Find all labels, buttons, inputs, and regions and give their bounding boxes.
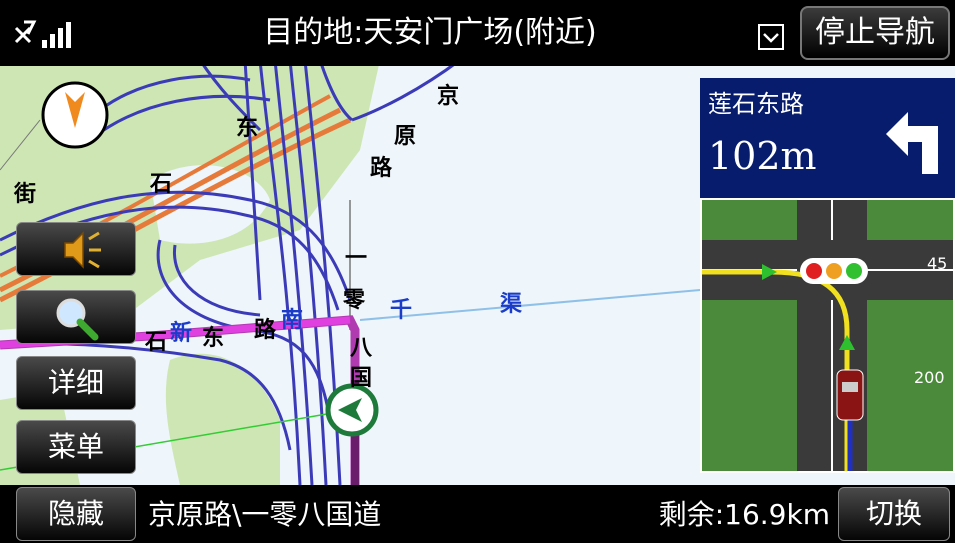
map-road-label: 东 — [202, 326, 225, 351]
map-road-label: 石 — [145, 330, 168, 355]
junction-label-top: 45 — [927, 254, 948, 273]
volume-button[interactable] — [16, 222, 136, 276]
map-road-label: 原 — [394, 124, 417, 149]
navigation-screen: 京原路东石街一零八国千渠石新东路南 目的地:天安门广场(附近) 停止导航 详细 … — [0, 0, 955, 543]
map-road-label: 东 — [236, 116, 259, 141]
map-road-label: 渠 — [500, 292, 523, 317]
compass-icon[interactable] — [40, 80, 110, 150]
remaining-distance: 剩余:16.9km — [658, 498, 830, 531]
map-road-label: 路 — [370, 156, 393, 181]
top-bar: 目的地:天安门广场(附近) 停止导航 — [0, 0, 955, 66]
hide-button[interactable]: 隐藏 — [16, 487, 136, 541]
map-road-label: 千 — [390, 298, 413, 323]
switch-view-button[interactable]: 切换 — [838, 487, 950, 541]
destination-label: 目的地:天安门广场(附近) — [263, 15, 597, 50]
turn-left-arrow-icon — [886, 112, 938, 174]
chevron-down-icon — [763, 33, 779, 43]
junction-label-bottom: 200 — [914, 368, 945, 387]
map-road-label: 一 — [345, 246, 368, 271]
map-road-label: 八 — [350, 336, 373, 361]
bottom-bar: 隐藏 京原路\一零八国道 剩余:16.9km 切换 — [0, 485, 955, 543]
junction-view: 45 200 — [700, 198, 955, 473]
map-road-label: 新 — [170, 321, 193, 346]
zoom-button[interactable] — [16, 290, 136, 344]
speaker-icon — [64, 231, 101, 269]
map-road-label: 石 — [150, 172, 173, 197]
junction-diagram — [702, 200, 953, 471]
next-road-name: 莲石东路 — [708, 90, 804, 118]
map-road-label: 国 — [350, 366, 373, 391]
next-turn-panel: 莲石东路 102m — [700, 78, 955, 198]
destination-dropdown-button[interactable] — [758, 24, 784, 50]
magnifier-icon — [56, 298, 99, 341]
gps-signal-icon — [14, 20, 71, 48]
map-road-label: 京 — [437, 84, 460, 109]
details-button[interactable]: 详细 — [16, 356, 136, 410]
current-road-label: 京原路\一零八国道 — [148, 498, 382, 531]
map-road-label: 南 — [281, 308, 304, 333]
stop-navigation-button[interactable]: 停止导航 — [800, 6, 950, 60]
car-position-marker — [325, 383, 379, 437]
turn-distance: 102m — [708, 134, 817, 178]
map-road-label: 街 — [14, 182, 37, 207]
map-road-label: 零 — [343, 288, 366, 313]
menu-button[interactable]: 菜单 — [16, 420, 136, 474]
map-road-label: 路 — [254, 318, 277, 343]
